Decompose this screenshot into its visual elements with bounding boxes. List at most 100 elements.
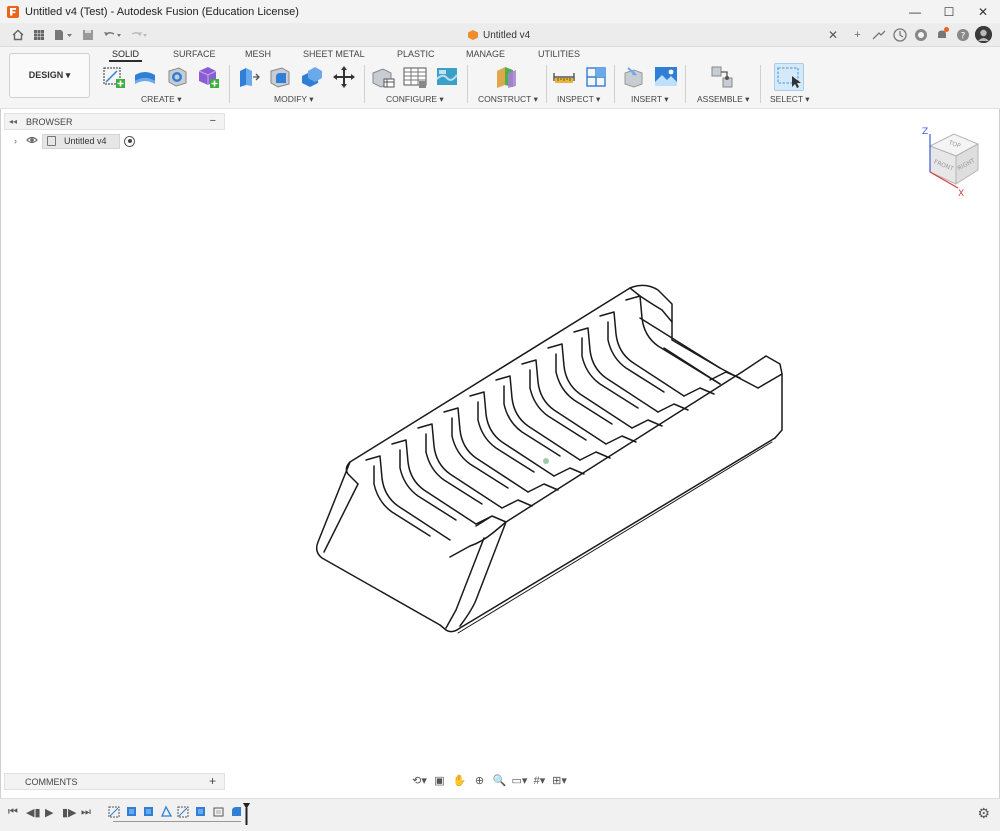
tab-surface[interactable]: SURFACE [173, 49, 216, 59]
close-window-button[interactable]: ✕ [966, 0, 1000, 23]
look-at-icon[interactable]: ▣ [431, 774, 448, 787]
zoom-icon[interactable]: ⊕ [471, 774, 488, 787]
combine-icon[interactable] [300, 65, 324, 89]
tab-plastic[interactable]: PLASTIC [397, 49, 435, 59]
timeline-shell-feature-icon[interactable] [212, 805, 225, 818]
create-form-icon[interactable] [196, 65, 220, 89]
go-to-end-icon[interactable]: ⏭ [81, 806, 91, 819]
front-bottom-edge-2 [457, 441, 773, 634]
timeline-extrude-feature-icon[interactable] [194, 805, 207, 818]
help-icon[interactable]: ? [954, 26, 971, 43]
timeline-bar: ⏮ ◀▮ ▶ ▮▶ ⏭ ⚙ [0, 798, 1000, 831]
model-viewport[interactable] [300, 270, 800, 640]
document-cube-icon [468, 30, 478, 40]
configure-table-icon[interactable] [371, 65, 395, 89]
group-label-select[interactable]: SELECT ▾ [770, 94, 810, 105]
timeline-sketch-feature-icon[interactable] [108, 805, 121, 818]
undo-icon[interactable] [101, 26, 125, 44]
front-chamfer-edge [459, 521, 507, 627]
grid-snaps-icon[interactable]: #▾ [531, 774, 548, 787]
configuration-table-icon[interactable] [403, 65, 427, 89]
data-panel-grid-icon[interactable] [30, 26, 48, 44]
user-avatar[interactable] [975, 26, 992, 43]
close-document-button[interactable]: ✕ [828, 28, 838, 42]
save-icon[interactable] [79, 26, 97, 44]
ribbon-divider [685, 65, 686, 103]
viewcube[interactable]: TOP FRONT RIGHT Z X [918, 124, 984, 196]
tab-solid[interactable]: SOLID [108, 49, 143, 62]
timeline-fillet-feature-icon[interactable] [230, 805, 243, 818]
press-pull-icon[interactable] [236, 65, 260, 89]
notifications-bell-icon[interactable] [933, 26, 950, 43]
collapse-panel-icon[interactable]: ◂◂ [9, 117, 23, 126]
create-sketch-icon[interactable] [102, 65, 126, 89]
tab-sheet-metal[interactable]: SHEET METAL [303, 49, 365, 59]
new-tab-plus-icon[interactable]: + [849, 26, 866, 43]
browser-tree-root[interactable]: › Untitled v4 [14, 133, 135, 149]
timeline-extrude-feature-icon[interactable] [142, 805, 155, 818]
group-label-construct[interactable]: CONSTRUCT ▾ [478, 94, 538, 105]
component-item[interactable]: Untitled v4 [42, 133, 120, 149]
measure-icon[interactable] [552, 65, 576, 89]
fit-zoom-icon[interactable]: 🔍 [491, 774, 508, 787]
redo-icon[interactable] [127, 26, 151, 44]
timeline-draft-feature-icon[interactable] [160, 805, 173, 818]
navigation-bar: ⟲▾ ▣ ✋ ⊕ 🔍 ▭▾ #▾ ⊞▾ [411, 771, 591, 789]
ribbon-divider [364, 65, 365, 103]
timeline-extrude-feature-icon[interactable] [125, 805, 138, 818]
insert-canvas-icon[interactable] [654, 65, 678, 89]
comments-panel-header[interactable]: COMMENTS + [4, 773, 225, 790]
fusion-logo-icon [7, 5, 19, 18]
online-status-icon[interactable] [912, 26, 929, 43]
move-copy-icon[interactable] [332, 65, 356, 89]
insert-derive-icon[interactable] [622, 65, 646, 89]
window-title: Untitled v4 (Test) - Autodesk Fusion (Ed… [25, 5, 299, 18]
visibility-eye-icon[interactable] [26, 135, 42, 148]
orbit-icon[interactable]: ⟲▾ [411, 774, 428, 787]
minimize-browser-button[interactable]: − [210, 115, 216, 127]
job-status-icon[interactable] [891, 26, 908, 43]
extensions-icon[interactable] [870, 26, 887, 43]
maximize-button[interactable]: ☐ [932, 0, 966, 23]
select-icon[interactable] [774, 63, 804, 91]
revolve-icon[interactable] [165, 65, 189, 89]
configure-theme-icon[interactable] [435, 65, 459, 89]
group-label-create[interactable]: CREATE ▾ [141, 94, 181, 105]
timeline-sketch-feature-icon[interactable] [177, 805, 190, 818]
group-label-modify[interactable]: MODIFY ▾ [274, 94, 314, 105]
file-menu-icon[interactable] [52, 26, 76, 44]
workspace-switcher[interactable]: DESIGN ▾ [9, 53, 90, 98]
activate-component-radio-icon[interactable] [124, 135, 135, 147]
display-settings-icon[interactable]: ▭▾ [511, 774, 528, 787]
go-to-start-icon[interactable]: ⏮ [8, 806, 18, 819]
home-icon[interactable] [9, 26, 27, 44]
tab-manage[interactable]: MANAGE [466, 49, 505, 59]
ribbon-divider [614, 65, 615, 103]
pan-hand-icon[interactable]: ✋ [451, 774, 468, 787]
axis-x-label: X [958, 189, 964, 196]
chevron-right-icon[interactable]: › [14, 136, 26, 146]
group-label-inspect[interactable]: INSPECT ▾ [557, 94, 600, 105]
joint-icon[interactable] [710, 65, 734, 89]
step-forward-icon[interactable]: ▮▶ [62, 806, 77, 819]
front-slot-notches [475, 371, 741, 527]
minimize-button[interactable]: — [898, 0, 932, 23]
group-label-configure[interactable]: CONFIGURE ▾ [386, 94, 444, 105]
group-label-assemble[interactable]: ASSEMBLE ▾ [697, 94, 749, 105]
step-back-icon[interactable]: ◀▮ [26, 806, 41, 819]
front-top-edge [449, 371, 743, 558]
tab-mesh[interactable]: MESH [245, 49, 271, 59]
fillet-icon[interactable] [268, 65, 292, 89]
viewports-icon[interactable]: ⊞▾ [551, 774, 568, 787]
add-comment-button[interactable]: + [209, 774, 216, 788]
timeline-settings-gear-icon[interactable]: ⚙ [977, 805, 990, 822]
extrude-icon[interactable] [133, 65, 157, 89]
browser-panel-header[interactable]: ◂◂ BROWSER − [4, 113, 225, 130]
play-icon[interactable]: ▶ [45, 806, 53, 819]
section-analysis-icon[interactable] [584, 65, 608, 89]
offset-plane-icon[interactable] [494, 65, 518, 89]
group-label-insert[interactable]: INSERT ▾ [631, 94, 669, 105]
document-tab[interactable]: Untitled v4 ✕ [458, 23, 842, 47]
timeline-marker-icon[interactable] [243, 803, 250, 825]
tab-utilities[interactable]: UTILITIES [538, 49, 580, 59]
